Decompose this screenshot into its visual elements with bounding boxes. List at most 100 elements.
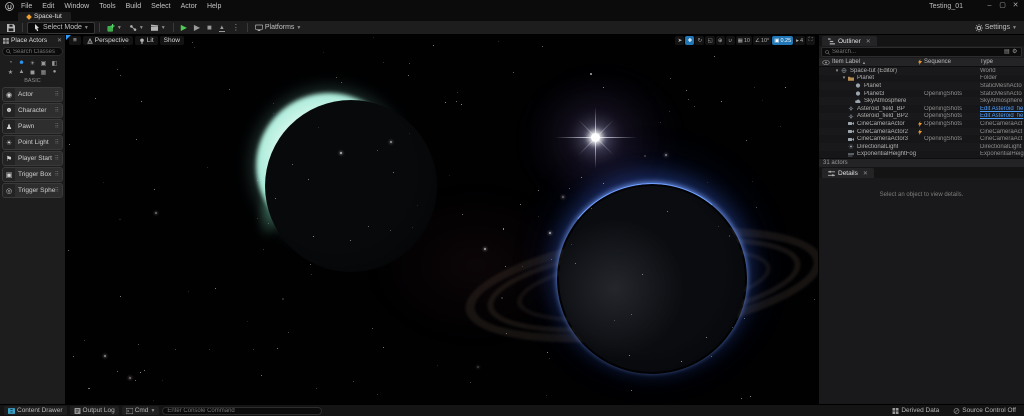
item-label-column[interactable]: Item Label▲ (832, 59, 916, 65)
place-actor-actor[interactable]: ◉Actor⠿ (2, 87, 63, 102)
cmd-dropdown[interactable]: Cmd▼ (122, 406, 160, 415)
close-icon[interactable]: ✕ (57, 37, 62, 44)
menu-window[interactable]: Window (59, 3, 94, 10)
platforms-dropdown[interactable]: Platforms▼ (252, 23, 305, 33)
content-drawer-button[interactable]: Content Drawer (4, 406, 67, 415)
viewport[interactable]: ≡ Perspective Lit Show ➤ ✚ ↻ ◱ ⊕ ∪ ▦ 10 … (66, 35, 818, 404)
visibility-column-icon[interactable] (819, 60, 832, 65)
category-recently-placed-icon[interactable]: ◔ (7, 59, 15, 67)
grid-snap-toggle[interactable]: ▦ 10 (736, 36, 752, 45)
category-cinematic-icon[interactable]: ◧ (51, 59, 59, 67)
place-actor-point-light[interactable]: ☀Point Light⠿ (2, 135, 63, 150)
category-volumes-icon[interactable]: ◼ (29, 68, 37, 76)
category-basic-icon[interactable]: ☻ (18, 59, 26, 67)
row-sequence[interactable]: OpeningShots (924, 113, 980, 119)
menu-actor[interactable]: Actor (176, 3, 202, 10)
blueprints-dropdown[interactable]: ▼ (126, 23, 147, 33)
menu-build[interactable]: Build (121, 3, 147, 10)
category-geometry-icon[interactable]: ▲ (18, 68, 26, 76)
place-actor-player-start[interactable]: ⚑Player Start⠿ (2, 151, 63, 166)
outliner-row-cinecameraactor[interactable]: CineCameraActorOpeningShotsCineCameraAct (819, 120, 1024, 128)
cinematics-dropdown[interactable]: ▼ (148, 23, 169, 33)
place-actor-trigger-box[interactable]: ▣Trigger Box⠿ (2, 167, 63, 182)
surface-snap-toggle[interactable]: ∪ (726, 36, 735, 45)
source-control-button[interactable]: Source Control Off (949, 406, 1020, 415)
save-button[interactable] (4, 23, 18, 33)
play-options-button[interactable]: ⋮ (229, 24, 243, 32)
lit-dropdown[interactable]: Lit (135, 36, 158, 45)
close-icon[interactable]: ✕ (863, 170, 868, 177)
place-actor-pawn[interactable]: ♟Pawn⠿ (2, 119, 63, 134)
row-sequence[interactable]: OpeningShots (924, 136, 980, 142)
type-column[interactable]: Type (980, 59, 1024, 65)
select-mode-dropdown[interactable]: Select Mode ▼ (27, 22, 95, 34)
drag-handle-icon[interactable]: ⠿ (55, 187, 62, 194)
world-space-toggle[interactable]: ⊕ (716, 36, 725, 45)
outliner-row-cinecameraactor3[interactable]: CineCameraActor3OpeningShotsCineCameraAc… (819, 135, 1024, 143)
output-log-button[interactable]: Output Log (70, 406, 119, 415)
outliner-row-asteroid-field-bp[interactable]: Asteroid_field_BPOpeningShotsEdit Astero… (819, 105, 1024, 113)
perspective-dropdown[interactable]: Perspective (83, 36, 133, 45)
stop-button[interactable]: ■ (204, 24, 215, 32)
scale-snap-toggle[interactable]: ▣ 0.25 (772, 36, 793, 45)
tab-space-tut[interactable]: Space-tut (18, 12, 71, 21)
tab-outliner[interactable]: Outliner ✕ (822, 36, 877, 46)
outliner-settings-icon[interactable]: ⚙ (1012, 49, 1018, 55)
drag-handle-icon[interactable]: ⠿ (55, 91, 62, 98)
derived-data-button[interactable]: Derived Data (888, 406, 943, 415)
rotation-snap-toggle[interactable]: ∠ 10° (753, 36, 771, 45)
tab-details[interactable]: Details ✕ (822, 168, 874, 178)
skip-button[interactable]: ▶ (191, 24, 203, 32)
move-tool-button[interactable]: ✚ (685, 36, 694, 45)
row-type-link[interactable]: Edit Asteroid_fie (980, 106, 1024, 112)
row-sequence[interactable]: OpeningShots (924, 106, 980, 112)
place-actors-header[interactable]: Place Actors ✕ (0, 35, 65, 46)
console-command-input[interactable] (162, 407, 322, 415)
camera-speed-button[interactable]: ▸ 4 (794, 36, 805, 45)
drag-handle-icon[interactable]: ⠿ (55, 171, 62, 178)
minimize-button[interactable]: – (983, 0, 996, 12)
drag-handle-icon[interactable]: ⠿ (55, 139, 62, 146)
outliner-row-space-tut-editor-[interactable]: ▾Space-tut (Editor)World (819, 67, 1024, 75)
drag-handle-icon[interactable]: ⠿ (55, 107, 62, 114)
outliner-search-input[interactable] (832, 49, 1002, 55)
category-lights-icon[interactable]: ☀ (29, 59, 37, 67)
category-all-classes-icon[interactable]: ▦ (40, 68, 48, 76)
unreal-logo-icon[interactable] (2, 1, 16, 11)
space-scene-render[interactable] (66, 35, 818, 404)
row-sequence[interactable]: OpeningShots (924, 91, 980, 97)
close-icon[interactable]: ✕ (866, 38, 871, 45)
outliner-search[interactable]: ▤ ⚙ (821, 47, 1022, 57)
search-classes-input[interactable] (13, 49, 59, 55)
menu-tools[interactable]: Tools (94, 3, 120, 10)
add-actor-dropdown[interactable]: ▼ (104, 23, 125, 33)
outliner-row-asteroid-field-bp2[interactable]: Asteroid_field_BP2OpeningShotsEdit Aster… (819, 113, 1024, 121)
category-shapes-icon[interactable]: ▣ (40, 59, 48, 67)
menu-file[interactable]: File (16, 3, 37, 10)
outliner-row-planet3[interactable]: Planet3OpeningShotsStaticMeshActo (819, 90, 1024, 98)
place-actor-trigger-sphere[interactable]: ◎Trigger Sphere⠿ (2, 183, 63, 198)
play-button[interactable]: ▶ (178, 24, 190, 32)
category-favorites-icon[interactable]: ● (51, 68, 59, 76)
maximize-button[interactable]: ▢ (996, 0, 1009, 12)
outliner-row-planet[interactable]: ▾PlanetFolder (819, 75, 1024, 83)
filter-icon[interactable]: ▤ (1004, 49, 1010, 55)
outliner-row-directionallight[interactable]: DirectionalLightDirectionalLight (819, 143, 1024, 151)
place-actor-character[interactable]: ☻Character⠿ (2, 103, 63, 118)
eject-button[interactable]: ▲ (216, 23, 228, 32)
outliner-row-planet[interactable]: PlanetStaticMeshActo (819, 82, 1024, 90)
select-tool-button[interactable]: ➤ (675, 36, 684, 45)
outliner-row-skyatmosphere[interactable]: SkyAtmosphereSkyAtmosphere (819, 97, 1024, 105)
place-actors-search[interactable] (2, 47, 63, 56)
row-type-link[interactable]: Edit Asteroid_fie (980, 113, 1024, 119)
drag-handle-icon[interactable]: ⠿ (55, 155, 62, 162)
menu-help[interactable]: Help (202, 3, 226, 10)
drag-handle-icon[interactable]: ⠿ (55, 123, 62, 130)
close-button[interactable]: ✕ (1009, 0, 1022, 12)
scale-tool-button[interactable]: ◱ (705, 36, 714, 45)
category-visual-effects-icon[interactable]: ★ (7, 68, 15, 76)
settings-dropdown[interactable]: Settings▼ (972, 23, 1020, 33)
row-sequence[interactable]: OpeningShots (924, 121, 980, 127)
show-dropdown[interactable]: Show (160, 36, 184, 45)
menu-edit[interactable]: Edit (37, 3, 59, 10)
